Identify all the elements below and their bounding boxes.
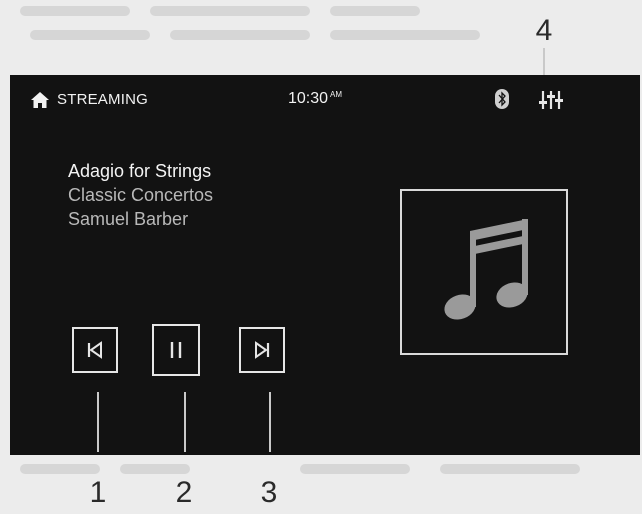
track-info: Adagio for Strings Classic Concertos Sam…: [68, 159, 213, 231]
skip-next-icon: [255, 341, 270, 359]
music-note-icon: [444, 219, 528, 320]
playback-controls: [72, 324, 312, 380]
track-title: Adagio for Strings: [68, 161, 212, 181]
next-track-button[interactable]: [239, 327, 285, 373]
clock-am-pm: AM: [330, 90, 343, 99]
track-album: Classic Concertos: [68, 185, 214, 205]
previous-track-button[interactable]: [72, 327, 118, 373]
status-bar: STREAMING 10:30 AM: [10, 75, 640, 125]
pause-icon: [170, 342, 182, 358]
equalizer-button[interactable]: [537, 87, 565, 113]
equalizer-icon: [539, 91, 563, 109]
infotainment-screen: STREAMING 10:30 AM Adagio for Strings Cla…: [10, 75, 640, 455]
source-label: STREAMING: [57, 91, 148, 108]
album-artwork: [400, 189, 568, 355]
pause-button[interactable]: [152, 324, 200, 376]
callout-line-3: [269, 392, 271, 452]
clock: 10:30 AM: [288, 90, 342, 108]
callout-number-3: 3: [260, 476, 278, 509]
skip-previous-icon: [87, 341, 102, 359]
callout-line-2: [184, 392, 186, 452]
callout-number-4: 4: [535, 14, 553, 47]
clock-time: 10:30: [288, 90, 329, 107]
track-artist: Samuel Barber: [68, 209, 189, 229]
home-icon[interactable]: [30, 91, 50, 109]
callout-number-2: 2: [175, 476, 193, 509]
callout-number-1: 1: [89, 476, 107, 509]
callout-line-1: [97, 392, 99, 452]
bluetooth-icon: [495, 89, 509, 109]
